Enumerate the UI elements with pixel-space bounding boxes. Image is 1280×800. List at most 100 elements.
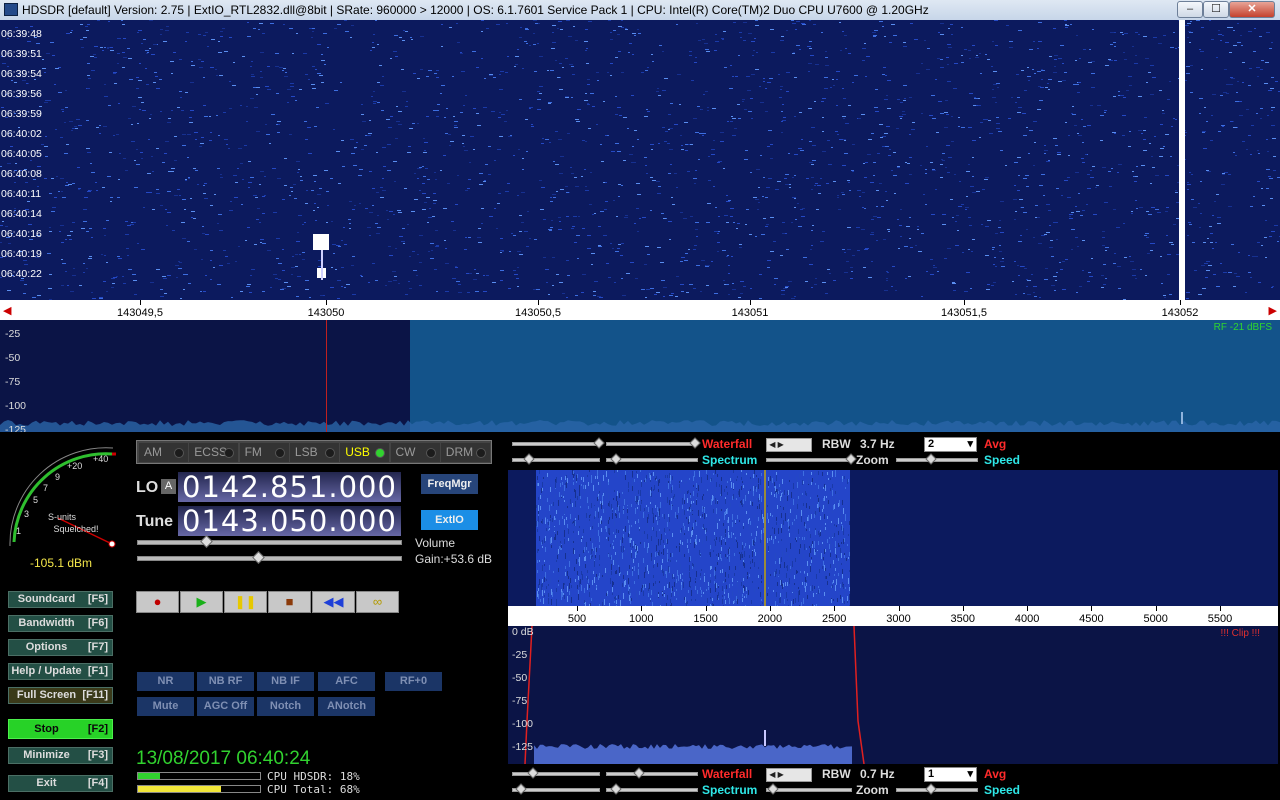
smeter-label-9: 9 (55, 472, 60, 482)
axis-tick (769, 606, 771, 611)
speed-slider-bottom[interactable] (896, 783, 978, 795)
dsp-agc-off-button[interactable]: AGC Off (197, 697, 254, 716)
slider-thumb[interactable] (767, 783, 779, 795)
rx-top-control-row-1: Waterfall ◀ ▶ RBW 3.7 Hz 2 ▾ Avg (508, 437, 1278, 453)
slider-thumb[interactable] (633, 767, 645, 779)
main-spectrum[interactable]: RF -21 dBFS -25 -50 -75 -100 -125 (0, 320, 1280, 432)
dsp-notch-button[interactable]: Notch (257, 697, 314, 716)
slider-thumb[interactable] (523, 453, 535, 465)
gain-slider[interactable] (137, 551, 402, 564)
stop-button[interactable]: ■ (268, 591, 311, 613)
minimize-window-button[interactable]: – (1177, 1, 1203, 18)
scroll-left-icon[interactable]: ◀ (3, 304, 11, 317)
mode-am-button[interactable]: AM (139, 443, 188, 462)
frequency-label: 143050,5 (515, 307, 561, 319)
waterfall-spinner-bottom[interactable]: ◀ ▶ (766, 768, 812, 782)
freqmgr-button[interactable]: FreqMgr (421, 474, 478, 494)
waterfall-brightness-slider-bottom[interactable] (512, 767, 600, 779)
bandwidth-button[interactable]: Bandwidth [F6] (8, 615, 113, 632)
db-label: -50 (5, 352, 21, 364)
spectrum-brightness-slider[interactable] (512, 453, 600, 465)
slider-thumb[interactable] (527, 767, 539, 779)
help-update-button[interactable]: Help / Update [F1] (8, 663, 113, 680)
play-button[interactable]: ▶ (180, 591, 223, 613)
dsp-mute-button[interactable]: Mute (137, 697, 194, 716)
waterfall-timestamp: 06:40:08 (1, 168, 42, 180)
lo-frequency-display[interactable]: 0142.851.000 (178, 472, 401, 502)
extio-button[interactable]: ExtIO (421, 510, 478, 530)
frequency-axis[interactable]: ◀ ▶ 143049,5 143050 143050,5 143051 143051,5… (0, 300, 1280, 320)
dsp-nb-if-button[interactable]: NB IF (257, 672, 314, 691)
dsp-anotch-button[interactable]: ANotch (318, 697, 375, 716)
slider-thumb[interactable] (610, 453, 622, 465)
pause-button[interactable]: ❚❚ (224, 591, 267, 613)
audio-frequency-axis[interactable]: 500 1000 1500 2000 2500 3000 3500 4000 4500 5000 5… (508, 606, 1278, 626)
spectrum-brightness-slider-bottom[interactable] (512, 783, 600, 795)
waterfall-contrast-slider-bottom[interactable] (606, 767, 698, 779)
speed-slider-top[interactable] (896, 453, 978, 465)
slider-thumb[interactable] (593, 437, 605, 449)
slider-thumb[interactable] (845, 453, 857, 465)
lo-a-badge[interactable]: A (161, 479, 176, 494)
mode-drm-button[interactable]: DRM (440, 443, 490, 462)
volume-label: Volume (415, 536, 456, 550)
slider-thumb[interactable] (515, 783, 527, 795)
shortcut-key: [F1] (87, 665, 108, 677)
axis-tick (641, 606, 643, 611)
rx-waterfall[interactable] (508, 470, 1278, 606)
dsp-rf-0-button[interactable]: RF+0 (385, 672, 442, 691)
led-indicator-icon (475, 448, 486, 458)
loop-button[interactable]: ∞ (356, 591, 399, 613)
gain-slider-thumb[interactable] (252, 551, 265, 564)
avg-select-bottom[interactable]: 1 ▾ (924, 767, 977, 782)
stop-button[interactable]: Stop [F2] (8, 719, 113, 739)
tune-frequency-display[interactable]: 0143.050.000 (178, 506, 401, 536)
slider-thumb[interactable] (689, 437, 701, 449)
dsp-nr-button[interactable]: NR (137, 672, 194, 691)
volume-slider[interactable] (137, 535, 402, 548)
shortcut-key: [F5] (87, 593, 108, 605)
slider-thumb[interactable] (925, 453, 937, 465)
close-window-button[interactable]: ✕ (1229, 1, 1275, 18)
mode-fm-button[interactable]: FM (239, 443, 289, 462)
record-button[interactable]: ● (136, 591, 179, 613)
dsp-nb-rf-button[interactable]: NB RF (197, 672, 254, 691)
maximize-window-button[interactable]: ☐ (1203, 1, 1229, 18)
rewind-button[interactable]: ◀◀ (312, 591, 355, 613)
mode-cw-button[interactable]: CW (390, 443, 440, 462)
rbw-value-top: 3.7 Hz (860, 437, 895, 451)
zoom-slider-bottom[interactable] (766, 783, 852, 795)
slider-thumb[interactable] (925, 783, 937, 795)
led-indicator-icon (324, 448, 335, 458)
mode-ecss-button[interactable]: ECSS (189, 443, 239, 462)
minimize-button[interactable]: Minimize [F3] (8, 747, 113, 764)
zoom-slider-top[interactable] (766, 453, 857, 465)
cpu-hdsdr-fill (138, 773, 160, 779)
waterfall-timestamp: 06:40:14 (1, 208, 42, 220)
options-button[interactable]: Options [F7] (8, 639, 113, 656)
axis-tick (898, 606, 900, 611)
date-time-display: 13/08/2017 06:40:24 (136, 748, 311, 769)
waterfall-brightness-slider[interactable] (512, 437, 605, 449)
spectrum-contrast-slider[interactable] (606, 453, 698, 465)
chevron-down-icon: ▾ (967, 438, 973, 450)
mode-usb-button[interactable]: USB (340, 443, 390, 462)
rx-spectrum[interactable]: !!! Clip !!! 0 dB -25 -50 -75 -100 -125 (508, 626, 1278, 764)
mode-lsb-button[interactable]: LSB (289, 443, 339, 462)
axis-tick (962, 606, 964, 611)
exit-button[interactable]: Exit [F4] (8, 775, 113, 792)
transport-controls: ● ▶ ❚❚ ■ ◀◀ ∞ (136, 591, 401, 613)
spectrum-contrast-slider-bottom[interactable] (606, 783, 698, 795)
waterfall-spinner[interactable]: ◀ ▶ (766, 438, 812, 452)
full-screen-button[interactable]: Full Screen [F11] (8, 687, 113, 704)
spectrum-label-top: Spectrum (702, 453, 758, 467)
slider-thumb[interactable] (610, 783, 622, 795)
scroll-right-icon[interactable]: ▶ (1269, 304, 1277, 317)
waterfall-contrast-slider[interactable] (606, 437, 701, 449)
main-waterfall[interactable]: 06:39:48 06:39:51 06:39:54 06:39:56 06:39:59… (0, 20, 1280, 300)
dsp-afc-button[interactable]: AFC (318, 672, 375, 691)
soundcard-button[interactable]: Soundcard [F5] (8, 591, 113, 608)
avg-select-top[interactable]: 2 ▾ (924, 437, 977, 452)
waterfall-timestamp: 06:40:16 (1, 228, 42, 240)
rx-db-label: 0 dB (512, 626, 534, 638)
